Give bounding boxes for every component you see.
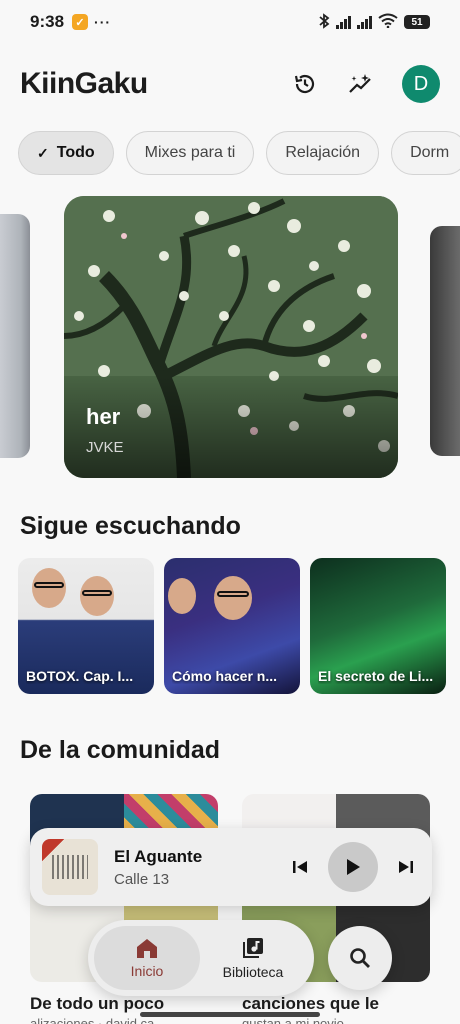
skip-previous-icon xyxy=(293,861,307,873)
section-title-keep-listening: Sigue escuchando xyxy=(20,512,241,540)
now-playing-meta: El Aguante Calle 13 xyxy=(114,847,202,888)
nav-library-label: Biblioteca xyxy=(222,964,284,980)
keep-listening-row: BOTOX. Cap. I... Cómo hacer n... El secr… xyxy=(18,558,446,694)
mini-player[interactable]: El Aguante Calle 13 xyxy=(30,828,432,906)
keep-listening-card[interactable]: BOTOX. Cap. I... xyxy=(18,558,154,694)
chip-label: Mixes para ti xyxy=(144,144,236,161)
chip-dormir[interactable]: Dorm xyxy=(391,131,460,175)
history-button[interactable] xyxy=(290,69,320,99)
filter-chips: ✓ Todo Mixes para ti Relajación Dorm xyxy=(18,131,460,175)
chip-label: Todo xyxy=(56,144,95,161)
screen: 9:38 ✓ ··· 51 KiinGaku D ✓ Todo Mixes pa… xyxy=(0,0,460,1024)
player-controls xyxy=(286,842,420,892)
featured-carousel: her JVKE xyxy=(0,196,460,478)
person-artwork xyxy=(168,578,196,614)
section-title-community: De la comunidad xyxy=(20,736,221,764)
nav-home-label: Inicio xyxy=(130,963,164,979)
community-playlist-title: De todo un poco xyxy=(30,994,165,1013)
person-artwork xyxy=(80,576,114,616)
status-bar: 9:38 ✓ ··· 51 xyxy=(0,0,460,44)
more-notifications-icon: ··· xyxy=(94,14,112,30)
person-artwork xyxy=(32,568,66,608)
app-header: KiinGaku D xyxy=(0,60,460,108)
bluetooth-icon xyxy=(318,12,330,32)
insights-icon xyxy=(349,74,371,93)
glasses-artwork xyxy=(82,590,112,596)
carousel-prev-card[interactable] xyxy=(0,214,30,458)
glasses-artwork xyxy=(34,582,64,588)
blossom-artwork xyxy=(64,196,398,478)
home-icon xyxy=(137,939,157,958)
chip-mixes[interactable]: Mixes para ti xyxy=(125,131,255,175)
featured-title: her xyxy=(86,404,121,429)
keep-listening-card[interactable]: Cómo hacer n... xyxy=(164,558,300,694)
nav-home[interactable]: Inicio xyxy=(94,926,200,990)
chip-relajacion[interactable]: Relajación xyxy=(266,131,380,175)
header-actions: D xyxy=(290,65,440,103)
bottom-navigation: Inicio Biblioteca xyxy=(88,920,314,996)
status-time: 9:38 xyxy=(30,12,65,31)
notification-app-icon: ✓ xyxy=(72,14,89,30)
battery-icon: 51 xyxy=(404,15,430,29)
keep-listening-label: El secreto de Li... xyxy=(318,668,434,684)
signal-icon-2 xyxy=(357,15,372,29)
previous-button[interactable] xyxy=(286,853,314,881)
play-icon xyxy=(347,859,360,875)
chip-label: Dorm xyxy=(410,144,450,161)
home-indicator[interactable] xyxy=(140,1012,320,1017)
keep-listening-label: BOTOX. Cap. I... xyxy=(26,668,134,684)
keep-listening-label: Cómo hacer n... xyxy=(172,668,278,684)
now-playing-cover xyxy=(42,839,98,895)
play-button[interactable] xyxy=(328,842,378,892)
featured-card[interactable]: her JVKE xyxy=(64,196,398,478)
nav-library[interactable]: Biblioteca xyxy=(200,926,306,990)
featured-artist: JVKE xyxy=(86,439,124,456)
account-avatar[interactable]: D xyxy=(402,65,440,103)
search-button[interactable] xyxy=(328,926,392,990)
now-playing-title: El Aguante xyxy=(114,846,203,866)
person-artwork xyxy=(214,576,252,620)
app-title: KiinGaku xyxy=(20,67,148,100)
community-playlist-subtitle: gustan a mi novio xyxy=(242,1016,344,1024)
next-button[interactable] xyxy=(392,853,420,881)
check-icon: ✓ xyxy=(37,144,49,161)
community-playlist-subtitle: alizaciones · david ca xyxy=(30,1016,155,1024)
glasses-artwork xyxy=(217,591,249,597)
chip-label: Relajación xyxy=(285,144,361,161)
community-playlist-title: canciones que le xyxy=(242,994,379,1013)
insights-button[interactable] xyxy=(346,69,376,99)
now-playing-artist: Calle 13 xyxy=(114,870,170,888)
search-icon xyxy=(350,948,370,968)
signal-icon xyxy=(336,15,351,29)
library-icon xyxy=(243,938,263,958)
carousel-next-card[interactable] xyxy=(430,226,460,456)
chip-todo[interactable]: ✓ Todo xyxy=(18,131,114,175)
skip-next-icon xyxy=(399,861,413,873)
wifi-icon xyxy=(378,13,398,31)
status-icons: 51 xyxy=(318,12,430,32)
keep-listening-card[interactable]: El secreto de Li... xyxy=(310,558,446,694)
history-icon xyxy=(294,74,315,94)
